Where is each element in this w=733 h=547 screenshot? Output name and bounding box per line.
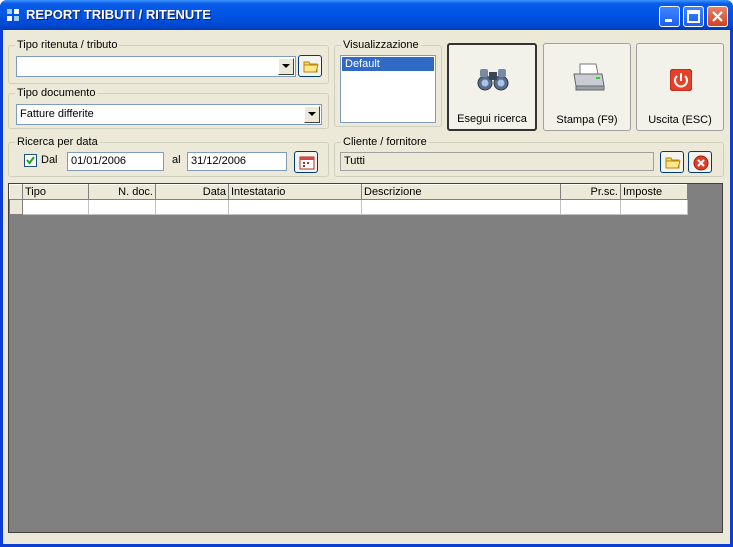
tipo-documento-combo[interactable]: Fatture differite — [16, 104, 322, 125]
list-item[interactable]: Default — [342, 57, 434, 71]
binoculars-icon — [477, 69, 509, 91]
date-to-input[interactable]: 31/12/2006 — [187, 152, 287, 171]
power-icon — [670, 69, 692, 91]
header-row: Tipo N. doc. Data Intestatario Descrizio… — [9, 184, 688, 200]
uscita-label: Uscita (ESC) — [648, 114, 712, 126]
clear-icon — [693, 155, 709, 171]
table-cell[interactable] — [88, 199, 156, 215]
dal-label: Dal — [41, 154, 58, 166]
report-window: REPORT TRIBUTI / RITENUTE Tipo ritenuta … — [0, 0, 733, 547]
table-cell[interactable] — [361, 199, 561, 215]
tipo-ritenuta-combo[interactable] — [16, 56, 296, 77]
table-cell[interactable] — [228, 199, 362, 215]
visualizzazione-group: Visualizzazione Default — [334, 38, 442, 127]
title-bar[interactable]: REPORT TRIBUTI / RITENUTE — [0, 0, 733, 30]
cliente-clear-button[interactable] — [688, 151, 712, 173]
table-cell[interactable] — [620, 199, 688, 215]
close-button[interactable] — [707, 6, 728, 27]
folder-icon — [665, 157, 681, 169]
column-header-descrizione[interactable]: Descrizione — [361, 184, 561, 200]
client-area: Tipo ritenuta / tributo Tipo documento F… — [3, 30, 730, 544]
results-grid[interactable]: Tipo N. doc. Data Intestatario Descrizio… — [8, 183, 723, 533]
dal-checkbox[interactable] — [24, 154, 37, 167]
tipo-documento-group: Tipo documento Fatture differite — [8, 86, 329, 129]
row-indicator[interactable] — [9, 199, 23, 215]
app-icon — [6, 8, 20, 22]
chevron-down-icon[interactable] — [304, 106, 320, 123]
maximize-button[interactable] — [683, 6, 704, 27]
esegui-ricerca-button[interactable]: Esegui ricerca — [447, 43, 537, 131]
calendar-icon — [299, 156, 315, 170]
cliente-label: Cliente / fornitore — [341, 135, 429, 149]
ricerca-data-group: Ricerca per data Dal 01/01/2006 al 31/12… — [8, 135, 329, 177]
visualizzazione-list[interactable]: Default — [340, 55, 436, 123]
column-header-imposte[interactable]: Imposte — [620, 184, 688, 200]
results-table: Tipo N. doc. Data Intestatario Descrizio… — [9, 184, 688, 215]
tipo-ritenuta-label: Tipo ritenuta / tributo — [15, 38, 120, 52]
table-cell[interactable] — [560, 199, 621, 215]
tipo-documento-value: Fatture differite — [20, 108, 94, 120]
cliente-browse-button[interactable] — [660, 151, 684, 173]
ricerca-data-label: Ricerca per data — [15, 135, 100, 149]
cliente-group: Cliente / fornitore Tutti — [334, 135, 724, 177]
stampa-label: Stampa (F9) — [556, 114, 618, 126]
date-from-input[interactable]: 01/01/2006 — [67, 152, 164, 171]
folder-icon — [303, 61, 319, 73]
stampa-button[interactable]: Stampa (F9) — [543, 43, 631, 131]
column-header-tipo[interactable]: Tipo — [22, 184, 89, 200]
minimize-button[interactable] — [659, 6, 680, 27]
esegui-ricerca-label: Esegui ricerca — [457, 113, 527, 125]
column-header-data[interactable]: Data — [155, 184, 229, 200]
column-header-intestatario[interactable]: Intestatario — [228, 184, 362, 200]
al-label: al — [172, 154, 181, 166]
table-row[interactable] — [9, 199, 688, 215]
column-header-ndoc[interactable]: N. doc. — [88, 184, 156, 200]
tipo-ritenuta-group: Tipo ritenuta / tributo — [8, 38, 329, 84]
table-cell[interactable] — [155, 199, 229, 215]
tipo-documento-label: Tipo documento — [15, 86, 98, 100]
column-header-prsc[interactable]: Pr.sc. — [560, 184, 621, 200]
printer-icon — [573, 63, 605, 91]
visualizzazione-label: Visualizzazione — [341, 38, 421, 52]
table-cell[interactable] — [22, 199, 89, 215]
cliente-field[interactable]: Tutti — [340, 152, 654, 171]
window-title: REPORT TRIBUTI / RITENUTE — [26, 7, 211, 22]
uscita-button[interactable]: Uscita (ESC) — [636, 43, 724, 131]
check-icon — [26, 156, 35, 165]
row-indicator-header — [9, 184, 23, 200]
calendar-button[interactable] — [294, 151, 318, 173]
chevron-down-icon[interactable] — [278, 58, 294, 75]
tipo-ritenuta-browse-button[interactable] — [298, 55, 322, 77]
